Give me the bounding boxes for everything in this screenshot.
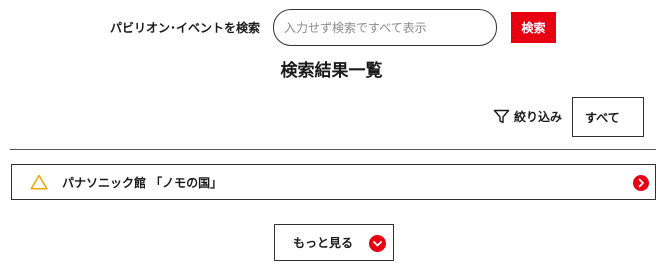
result-item[interactable]: パナソニック館 「ノモの国」 [11, 164, 656, 200]
result-title: パナソニック館 「ノモの国」 [62, 176, 223, 190]
divider [10, 149, 656, 150]
chevron-down-circle-icon [369, 235, 386, 252]
filter-label[interactable]: 絞り込み [514, 109, 562, 125]
filter-selected-value: すべて [585, 110, 620, 125]
search-input[interactable] [273, 9, 497, 46]
search-label: パビリオン･イベントを検索 [110, 21, 261, 35]
page-title: 検索結果一覧 [280, 61, 383, 81]
more-button-label: もっと見る [293, 236, 354, 250]
more-button[interactable]: もっと見る [274, 224, 394, 261]
triangle-icon [30, 174, 48, 190]
chevron-right-circle-icon [633, 175, 649, 191]
filter-select[interactable]: すべて [572, 97, 644, 137]
search-button[interactable]: 検索 [511, 12, 556, 43]
filter-icon[interactable] [493, 108, 510, 125]
